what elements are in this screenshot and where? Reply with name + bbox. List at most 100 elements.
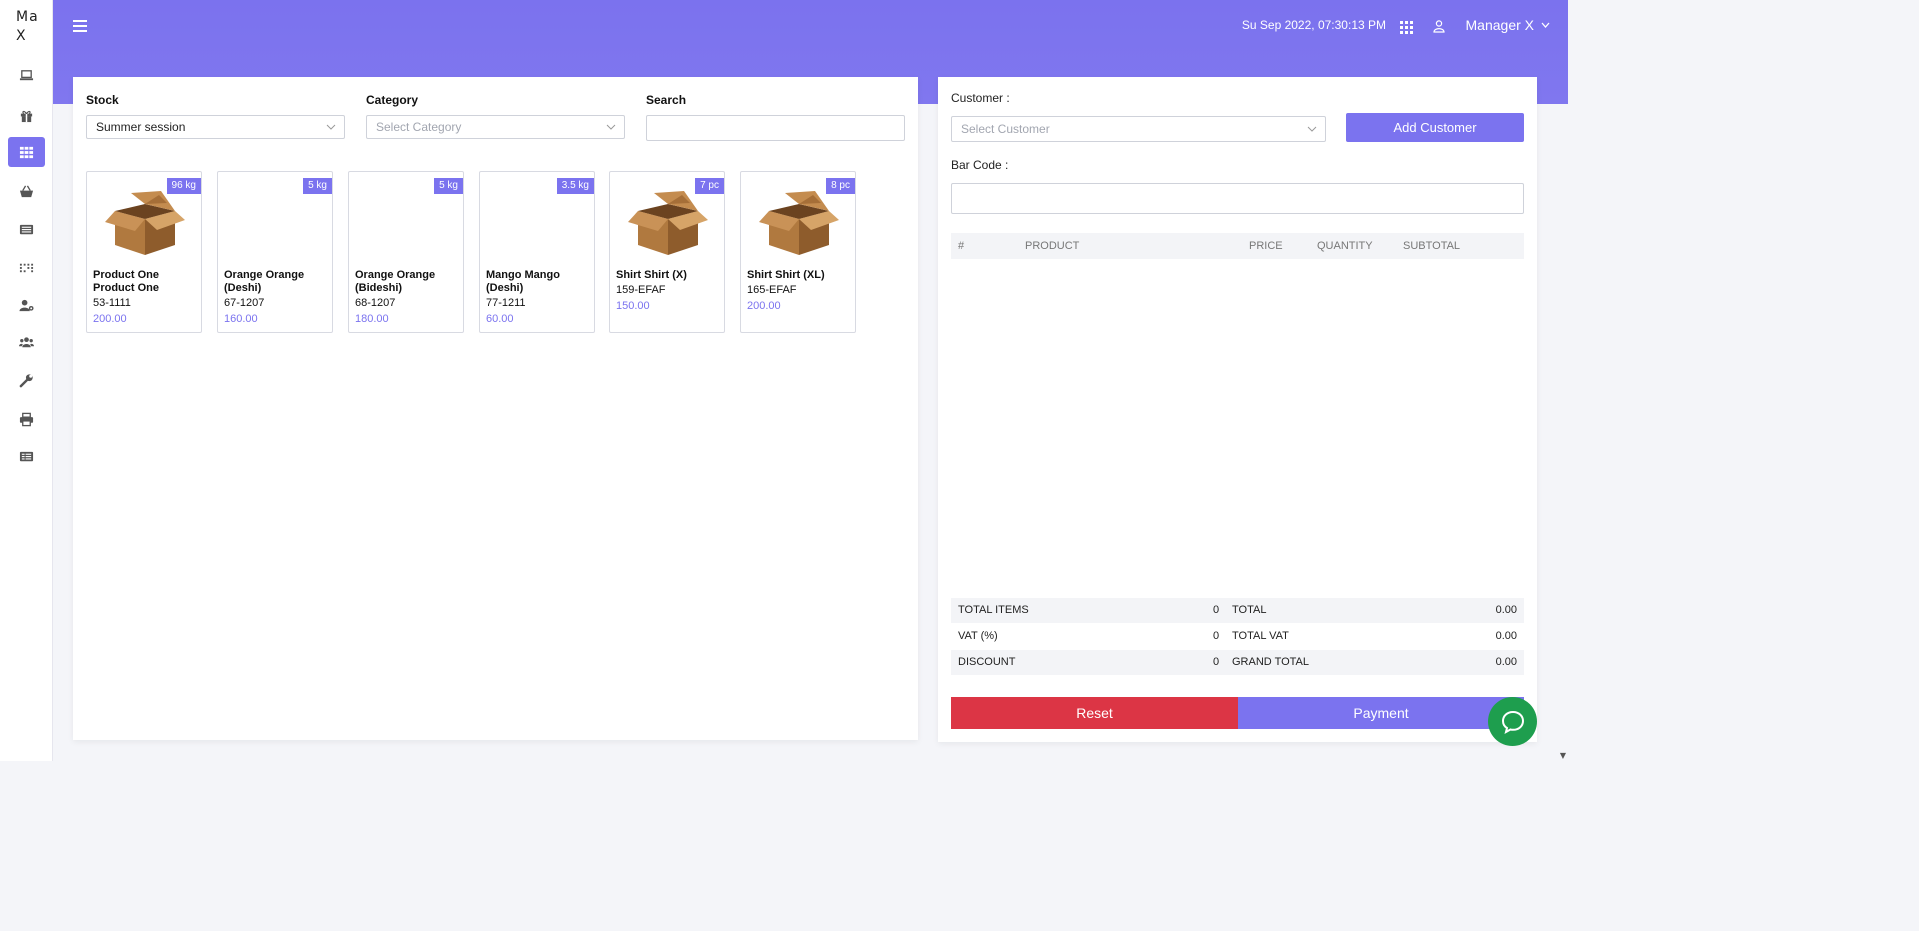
- stock-select[interactable]: Summer session: [86, 115, 345, 139]
- user-cog-icon: [19, 299, 34, 311]
- product-code: 53-1111: [93, 297, 131, 309]
- user-avatar[interactable]: [1432, 18, 1446, 37]
- column-header-num: #: [958, 240, 965, 252]
- basket-icon: [19, 185, 34, 197]
- grand-total-label: GRAND TOTAL: [1232, 656, 1310, 668]
- vat-value: 0: [1213, 630, 1220, 642]
- discount-value: 0: [1213, 656, 1220, 668]
- customer-select[interactable]: Select Customer: [951, 116, 1326, 142]
- chevron-down-icon: [606, 124, 616, 130]
- product-price: 160.00: [224, 313, 258, 325]
- category-select[interactable]: Select Category: [366, 115, 625, 139]
- summary-row: VAT (%) 0 TOTAL VAT 0.00: [951, 624, 1524, 649]
- app-logo[interactable]: Ma X: [16, 8, 42, 46]
- product-card[interactable]: 96 kg Product One Product One 53-1111 200.0…: [86, 171, 202, 333]
- chat-widget-button[interactable]: [1488, 697, 1537, 746]
- column-header-price: PRICE: [1249, 240, 1283, 252]
- barcode-icon: [19, 263, 34, 272]
- product-card[interactable]: 3.5 kg Mango Mango (Deshi) 77-1211 60.00: [479, 171, 595, 333]
- product-code: 77-1211: [486, 297, 526, 309]
- product-name: Product One Product One: [93, 269, 160, 294]
- search-input[interactable]: [646, 115, 905, 141]
- customer-label: Customer :: [951, 91, 1010, 105]
- scroll-down-arrow[interactable]: ▼: [1560, 751, 1566, 760]
- product-code: 67-1207: [224, 297, 265, 309]
- user-name: Manager X: [1465, 17, 1534, 33]
- users-icon: [19, 336, 34, 347]
- stock-badge: 5 kg: [303, 178, 332, 194]
- column-header-product: PRODUCT: [1025, 240, 1080, 252]
- sidebar-item-pos[interactable]: [8, 137, 45, 167]
- discount-label: DISCOUNT: [958, 656, 1016, 668]
- sidebar-item-reports[interactable]: [8, 441, 45, 471]
- sidebar: Ma X: [0, 0, 53, 761]
- current-datetime: Su Sep 2022, 07:30:13 PM: [1241, 18, 1386, 32]
- chat-bubble-icon: [1501, 710, 1524, 734]
- product-image: [755, 189, 841, 259]
- sidebar-item-barcode[interactable]: [8, 252, 45, 282]
- sidebar-item-settings[interactable]: [8, 365, 45, 395]
- stock-badge: 5 kg: [434, 178, 463, 194]
- summary-row: DISCOUNT 0 GRAND TOTAL 0.00: [951, 650, 1524, 675]
- total-label: TOTAL: [1232, 604, 1267, 616]
- vat-label: VAT (%): [958, 630, 998, 642]
- total-value: 0.00: [1495, 604, 1517, 616]
- column-header-quantity: QUANTITY: [1317, 240, 1373, 252]
- printer-icon: [19, 412, 34, 426]
- sidebar-item-list[interactable]: [8, 214, 45, 244]
- product-price: 60.00: [486, 313, 514, 325]
- grand-total-value: 0.00: [1495, 656, 1517, 668]
- product-code: 165-EFAF: [747, 284, 797, 296]
- product-card[interactable]: 7 pc Shirt Shirt (X) 159-EFAF 150.00: [609, 171, 725, 333]
- product-code: 159-EFAF: [616, 284, 666, 296]
- search-label: Search: [646, 93, 687, 107]
- product-info: Shirt Shirt (XL) 165-EFAF 200.00: [747, 269, 853, 313]
- total-items-label: TOTAL ITEMS: [958, 604, 1029, 616]
- product-code: 68-1207: [355, 297, 396, 309]
- product-price: 200.00: [93, 313, 127, 325]
- menu-toggle-button[interactable]: [73, 17, 89, 35]
- customer-select-placeholder: Select Customer: [961, 122, 1050, 136]
- payment-button[interactable]: Payment: [1238, 697, 1524, 729]
- chevron-down-icon: [1541, 22, 1550, 28]
- user-icon: [1433, 20, 1445, 33]
- cart-table-header: # PRODUCT PRICE QUANTITY SUBTOTAL: [951, 233, 1524, 259]
- sidebar-item-print[interactable]: [8, 404, 45, 434]
- laptop-icon: [19, 69, 34, 80]
- sidebar-item-dashboard[interactable]: [8, 60, 45, 90]
- product-card[interactable]: 5 kg Orange Orange (Deshi) 67-1207 160.00: [217, 171, 333, 333]
- user-menu[interactable]: Manager X: [1452, 0, 1554, 50]
- product-image: [101, 189, 187, 259]
- barcode-input[interactable]: [951, 183, 1524, 214]
- product-price: 200.00: [747, 300, 781, 312]
- sidebar-item-sales[interactable]: [8, 176, 45, 206]
- product-name: Orange Orange (Deshi): [224, 269, 305, 294]
- product-name: Orange Orange (Bideshi): [355, 269, 436, 294]
- report-icon: [19, 451, 34, 461]
- total-items-value: 0: [1213, 604, 1220, 616]
- barcode-label: Bar Code :: [951, 158, 1009, 172]
- product-info: Orange Orange (Bideshi) 68-1207 180.00: [355, 269, 461, 326]
- product-card[interactable]: 8 pc Shirt Shirt (XL) 165-EFAF 200.00: [740, 171, 856, 333]
- sidebar-item-users[interactable]: [8, 327, 45, 357]
- apps-menu-button[interactable]: [1400, 19, 1413, 38]
- reset-button[interactable]: Reset: [951, 697, 1238, 729]
- stock-select-value: Summer session: [96, 120, 186, 134]
- gift-icon: [20, 110, 33, 122]
- summary-row: TOTAL ITEMS 0 TOTAL 0.00: [951, 598, 1524, 623]
- chevron-down-icon: [1307, 126, 1317, 132]
- product-info: Shirt Shirt (X) 159-EFAF 150.00: [616, 269, 722, 313]
- grid-icon: [19, 146, 34, 158]
- product-price: 150.00: [616, 300, 650, 312]
- sidebar-item-gift[interactable]: [8, 100, 45, 130]
- list-icon: [19, 224, 34, 234]
- hamburger-icon: [73, 20, 87, 32]
- product-card[interactable]: 5 kg Orange Orange (Bideshi) 68-1207 180.00: [348, 171, 464, 333]
- product-name: Shirt Shirt (XL): [747, 269, 825, 281]
- total-vat-value: 0.00: [1495, 630, 1517, 642]
- total-vat-label: TOTAL VAT: [1232, 630, 1289, 642]
- column-header-subtotal: SUBTOTAL: [1403, 240, 1461, 252]
- sidebar-item-user-settings[interactable]: [8, 290, 45, 320]
- stock-badge: 3.5 kg: [556, 178, 594, 194]
- add-customer-button[interactable]: Add Customer: [1346, 113, 1524, 142]
